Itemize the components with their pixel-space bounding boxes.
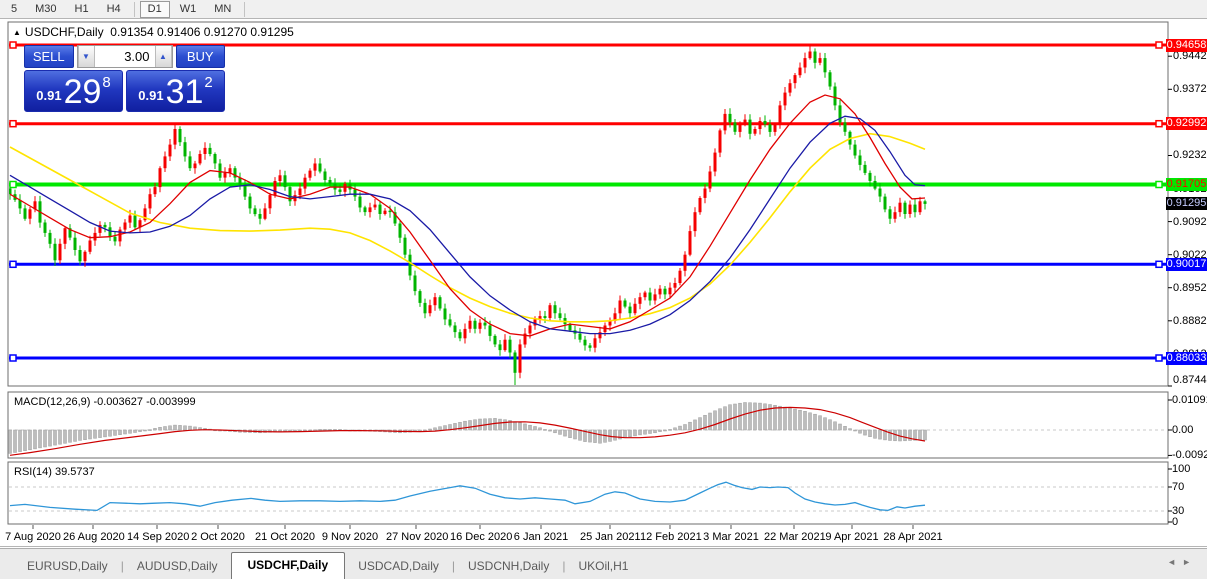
ask-price-pip: 2 — [204, 74, 212, 91]
price-axis-tick: 0.89520 — [1173, 282, 1207, 294]
macd-axis-tick: 0.00 — [1172, 424, 1193, 436]
date-label: 9 Apr 2021 — [822, 531, 882, 543]
date-label: 22 Mar 2021 — [764, 531, 824, 543]
price-axis-tick: 0.88820 — [1173, 315, 1207, 327]
price-axis-tick: 0.92320 — [1173, 149, 1207, 161]
tab-scroll-arrows[interactable]: ◄► — [1167, 557, 1197, 567]
tab-audusd-daily[interactable]: AUDUSD,Daily — [124, 554, 231, 579]
price-level-tag: 0.94658 — [1166, 39, 1207, 52]
bid-price-pip: 8 — [102, 74, 110, 91]
rsi-axis-tick: 70 — [1172, 481, 1184, 493]
volume-increase-button[interactable]: ▲ — [155, 46, 172, 67]
tab-usdcnh-daily[interactable]: USDCNH,Daily — [455, 554, 562, 579]
date-label: 2 Oct 2020 — [188, 531, 248, 543]
rsi-indicator-label: RSI(14) 39.5737 — [14, 466, 95, 478]
chart-symbol: USDCHF,Daily — [25, 25, 104, 39]
date-label: 25 Jan 2021 — [580, 531, 640, 543]
tab-scroll-right-icon: ► — [1182, 557, 1197, 567]
rsi-axis-tick: 100 — [1172, 463, 1190, 475]
chart-title: ▲ USDCHF,Daily 0.91354 0.91406 0.91270 0.… — [13, 25, 294, 39]
price-level-tag: 0.91705 — [1166, 178, 1207, 191]
date-label: 28 Apr 2021 — [883, 531, 943, 543]
buy-button[interactable]: BUY — [176, 45, 226, 68]
price-level-tag: 0.88033 — [1166, 352, 1207, 365]
ask-price-panel[interactable]: 0.91 31 2 — [126, 70, 225, 112]
price-level-tag: 0.90017 — [1166, 258, 1207, 271]
macd-axis-tick: 0.010913 — [1172, 394, 1207, 406]
price-axis-tick: 0.93720 — [1173, 83, 1207, 95]
macd-axis-tick: -0.00922 — [1172, 449, 1207, 461]
date-label: 27 Nov 2020 — [386, 531, 446, 543]
tab-eurusd-daily[interactable]: EURUSD,Daily — [14, 554, 121, 579]
date-label: 21 Oct 2020 — [255, 531, 315, 543]
date-label: 16 Dec 2020 — [450, 531, 510, 543]
macd-indicator-label: MACD(12,26,9) -0.003627 -0.003999 — [14, 396, 196, 408]
one-click-trading-panel: SELL ▼ ▲ BUY 0.91 29 8 0.91 31 2 — [24, 45, 225, 112]
date-label: 3 Mar 2021 — [701, 531, 761, 543]
date-label: 9 Nov 2020 — [320, 531, 380, 543]
price-axis-tick: 0.87440 — [1173, 374, 1207, 386]
sell-button[interactable]: SELL — [24, 45, 74, 68]
chart-ohlc: 0.91354 0.91406 0.91270 0.91295 — [110, 25, 294, 39]
rsi-axis-tick: 0 — [1172, 516, 1178, 528]
tab-usdchf-daily[interactable]: USDCHF,Daily — [231, 552, 346, 579]
date-label: 14 Sep 2020 — [127, 531, 187, 543]
date-label: 12 Feb 2021 — [640, 531, 700, 543]
date-label: 7 Aug 2020 — [3, 531, 63, 543]
tab-scroll-left-icon: ◄ — [1167, 557, 1182, 567]
volume-decrease-button[interactable]: ▼ — [78, 46, 95, 67]
trading-terminal: 5 M30 H1 H4 D1 W1 MN ▲USDCHF,Daily 0.913… — [0, 0, 1207, 579]
volume-input[interactable] — [95, 46, 155, 67]
current-price-tag: 0.91295 — [1166, 197, 1207, 210]
collapse-triangle-icon[interactable]: ▲ — [13, 28, 21, 37]
price-level-tag: 0.92992 — [1166, 117, 1207, 130]
bid-price-big: 29 — [64, 75, 102, 109]
ask-price-big: 31 — [166, 75, 204, 109]
ask-price-prefix: 0.91 — [138, 88, 163, 103]
price-axis-tick: 0.90920 — [1173, 216, 1207, 228]
date-label: 26 Aug 2020 — [63, 531, 123, 543]
symbol-tab-bar: EURUSD,Daily|AUDUSD,DailyUSDCHF,DailyUSD… — [0, 548, 1207, 579]
rsi-panel[interactable] — [8, 462, 1168, 524]
bid-price-panel[interactable]: 0.91 29 8 — [24, 70, 123, 112]
date-label: 6 Jan 2021 — [511, 531, 571, 543]
tab-ukoil-h1[interactable]: UKOil,H1 — [565, 554, 641, 579]
volume-stepper: ▼ ▲ — [77, 45, 173, 68]
price-axis-tick: 0.94420 — [1173, 50, 1207, 62]
bid-price-prefix: 0.91 — [36, 88, 61, 103]
tab-usdcad-daily[interactable]: USDCAD,Daily — [345, 554, 452, 579]
